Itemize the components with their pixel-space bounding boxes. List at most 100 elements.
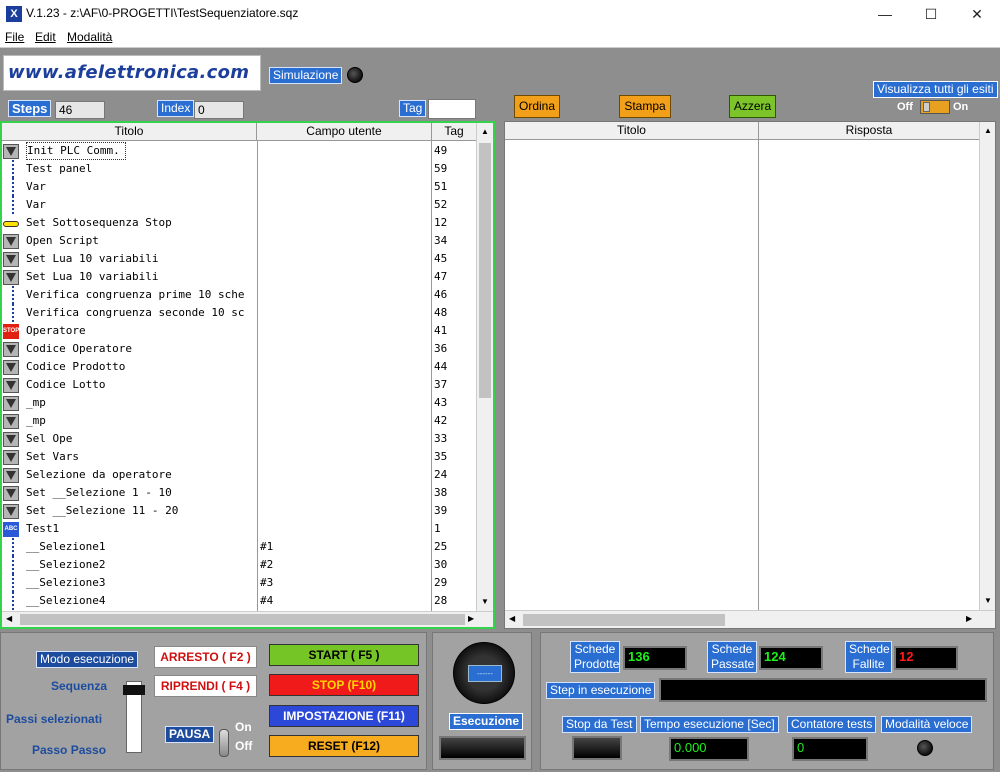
visualizza-off: Off (897, 101, 913, 113)
table-row[interactable]: Selezione da operatore 24 (2, 466, 476, 484)
row-tag: 39 (434, 504, 448, 517)
esecuzione-label: Esecuzione (449, 713, 524, 730)
table-row[interactable]: Init PLC Comm. 49 (2, 142, 476, 160)
table-row[interactable]: Set Sottosequenza Stop 12 (2, 214, 476, 232)
text-abc-icon: ABC (3, 522, 19, 537)
menu-edit[interactable]: Edit (35, 30, 56, 44)
steps-field[interactable]: 46 (55, 101, 105, 119)
scroll-left-icon[interactable]: ◀ (6, 614, 12, 623)
reset-button[interactable]: RESET (F12) (269, 735, 419, 757)
results-vertical-scrollbar[interactable]: ▲ ▼ (979, 122, 995, 610)
header-tag[interactable]: Tag (432, 123, 476, 141)
filter-icon (3, 432, 19, 447)
ordina-button[interactable]: Ordina (514, 95, 560, 118)
table-row[interactable]: _mp 43 (2, 394, 476, 412)
header-results-titolo[interactable]: Titolo (505, 122, 759, 140)
row-title: __Selezione4 (26, 594, 106, 607)
table-row[interactable]: Verifica congruenza prime 10 sche 46 (2, 286, 476, 304)
header-campo-utente[interactable]: Campo utente (257, 123, 432, 141)
table-row[interactable]: Test panel 59 (2, 160, 476, 178)
table-row[interactable]: STOP Operatore 41 (2, 322, 476, 340)
results-scroll-up-icon[interactable]: ▲ (984, 126, 992, 135)
table-row[interactable]: Codice Lotto 37 (2, 376, 476, 394)
schede-prodotte-value: 136 (623, 646, 687, 670)
sequence-table-header: Titolo Campo utente Tag (2, 123, 476, 141)
pausa-switch[interactable] (219, 729, 229, 757)
simulazione-led[interactable] (347, 67, 363, 83)
stampa-button[interactable]: Stampa (619, 95, 671, 118)
results-horizontal-scrollbar[interactable]: ◀ ▶ (505, 610, 995, 628)
table-row[interactable]: Set Lua 10 variabili 47 (2, 268, 476, 286)
start-button[interactable]: START ( F5 ) (269, 644, 419, 666)
table-row[interactable]: __Selezione3 #3 29 (2, 574, 476, 592)
results-hscroll-thumb[interactable] (523, 614, 725, 626)
filter-icon (3, 468, 19, 483)
table-row[interactable]: Set __Selezione 11 - 20 39 (2, 502, 476, 520)
arresto-button[interactable]: ARRESTO ( F2 ) (154, 646, 257, 668)
row-title: Test1 (26, 522, 60, 535)
row-tag: 43 (434, 396, 448, 409)
close-button[interactable]: ✕ (954, 0, 1000, 28)
table-row[interactable]: Set Lua 10 variabili 45 (2, 250, 476, 268)
table-row[interactable]: __Selezione4 #4 28 (2, 592, 476, 610)
row-tag: 37 (434, 378, 448, 391)
table-row[interactable]: Var 52 (2, 196, 476, 214)
table-row[interactable]: __Selezione1 #1 25 (2, 538, 476, 556)
results-scroll-right-icon[interactable]: ▶ (966, 614, 972, 623)
stop-button[interactable]: STOP (F10) (269, 674, 419, 696)
modo-slider-thumb[interactable] (123, 685, 145, 695)
stop-da-test-led (572, 736, 622, 760)
table-row[interactable]: Var 51 (2, 178, 476, 196)
visualizza-toggle[interactable] (920, 100, 950, 114)
schede-passate-value: 124 (759, 646, 823, 670)
sequenza-label[interactable]: Sequenza (51, 679, 107, 693)
table-row[interactable]: Codice Operatore 36 (2, 340, 476, 358)
step-in-esecuzione-value (659, 678, 987, 702)
app-icon: X (6, 6, 22, 22)
connector-line-icon (3, 160, 19, 178)
table-row[interactable]: _mp 42 (2, 412, 476, 430)
riprendi-button[interactable]: RIPRENDI ( F4 ) (154, 675, 257, 697)
step-in-esecuzione-label: Step in esecuzione (546, 682, 656, 699)
table-row[interactable]: __Selezione2 #2 30 (2, 556, 476, 574)
scroll-right-icon[interactable]: ▶ (468, 614, 474, 623)
table-row[interactable]: Set Vars 35 (2, 448, 476, 466)
header-titolo[interactable]: Titolo (2, 123, 257, 141)
azzera-button[interactable]: Azzera (729, 95, 776, 118)
index-field[interactable]: 0 (194, 101, 244, 119)
passo-passo-label[interactable]: Passo Passo (32, 743, 106, 757)
horizontal-scrollbar[interactable]: ◀ ▶ (2, 611, 493, 627)
row-tag: 25 (434, 540, 448, 553)
maximize-button[interactable]: ☐ (908, 0, 954, 28)
execution-controls: Modo esecuzione Sequenza Passi seleziona… (0, 632, 427, 770)
header-risposta[interactable]: Risposta (759, 122, 979, 140)
table-row[interactable]: ABC Test1 1 (2, 520, 476, 538)
impostazione-button[interactable]: IMPOSTAZIONE (F11) (269, 705, 419, 727)
table-row[interactable]: Open Script 34 (2, 232, 476, 250)
simulazione-label[interactable]: Simulazione (269, 67, 343, 84)
table-row[interactable]: Sel Ope 33 (2, 430, 476, 448)
scroll-thumb[interactable] (479, 143, 491, 398)
menu-file[interactable]: File (5, 30, 24, 44)
stats-panel: Schede Prodotte 136 Schede Passate 124 S… (540, 632, 994, 770)
menu-modalita[interactable]: Modalità (67, 30, 112, 44)
hscroll-thumb[interactable] (20, 614, 465, 625)
table-row[interactable]: Codice Prodotto 44 (2, 358, 476, 376)
scroll-up-icon[interactable]: ▲ (481, 127, 489, 136)
results-scroll-down-icon[interactable]: ▼ (984, 596, 992, 605)
scroll-down-icon[interactable]: ▼ (481, 597, 489, 606)
table-row[interactable]: Set __Selezione 1 - 10 38 (2, 484, 476, 502)
vertical-scrollbar[interactable]: ▲ ▼ (476, 123, 493, 611)
minimize-button[interactable]: — (862, 0, 908, 28)
pausa-label: PAUSA (165, 726, 215, 743)
modalita-veloce-led[interactable] (917, 740, 933, 756)
passi-selezionati-label[interactable]: Passi selezionati (6, 712, 102, 726)
row-title: __Selezione1 (26, 540, 106, 553)
row-campo-utente: #4 (260, 594, 274, 607)
modo-slider[interactable] (123, 681, 145, 753)
tag-field[interactable] (428, 99, 476, 119)
row-tag: 46 (434, 288, 448, 301)
table-row[interactable]: Verifica congruenza seconde 10 sc 48 (2, 304, 476, 322)
results-scroll-left-icon[interactable]: ◀ (509, 614, 515, 623)
row-tag: 33 (434, 432, 448, 445)
